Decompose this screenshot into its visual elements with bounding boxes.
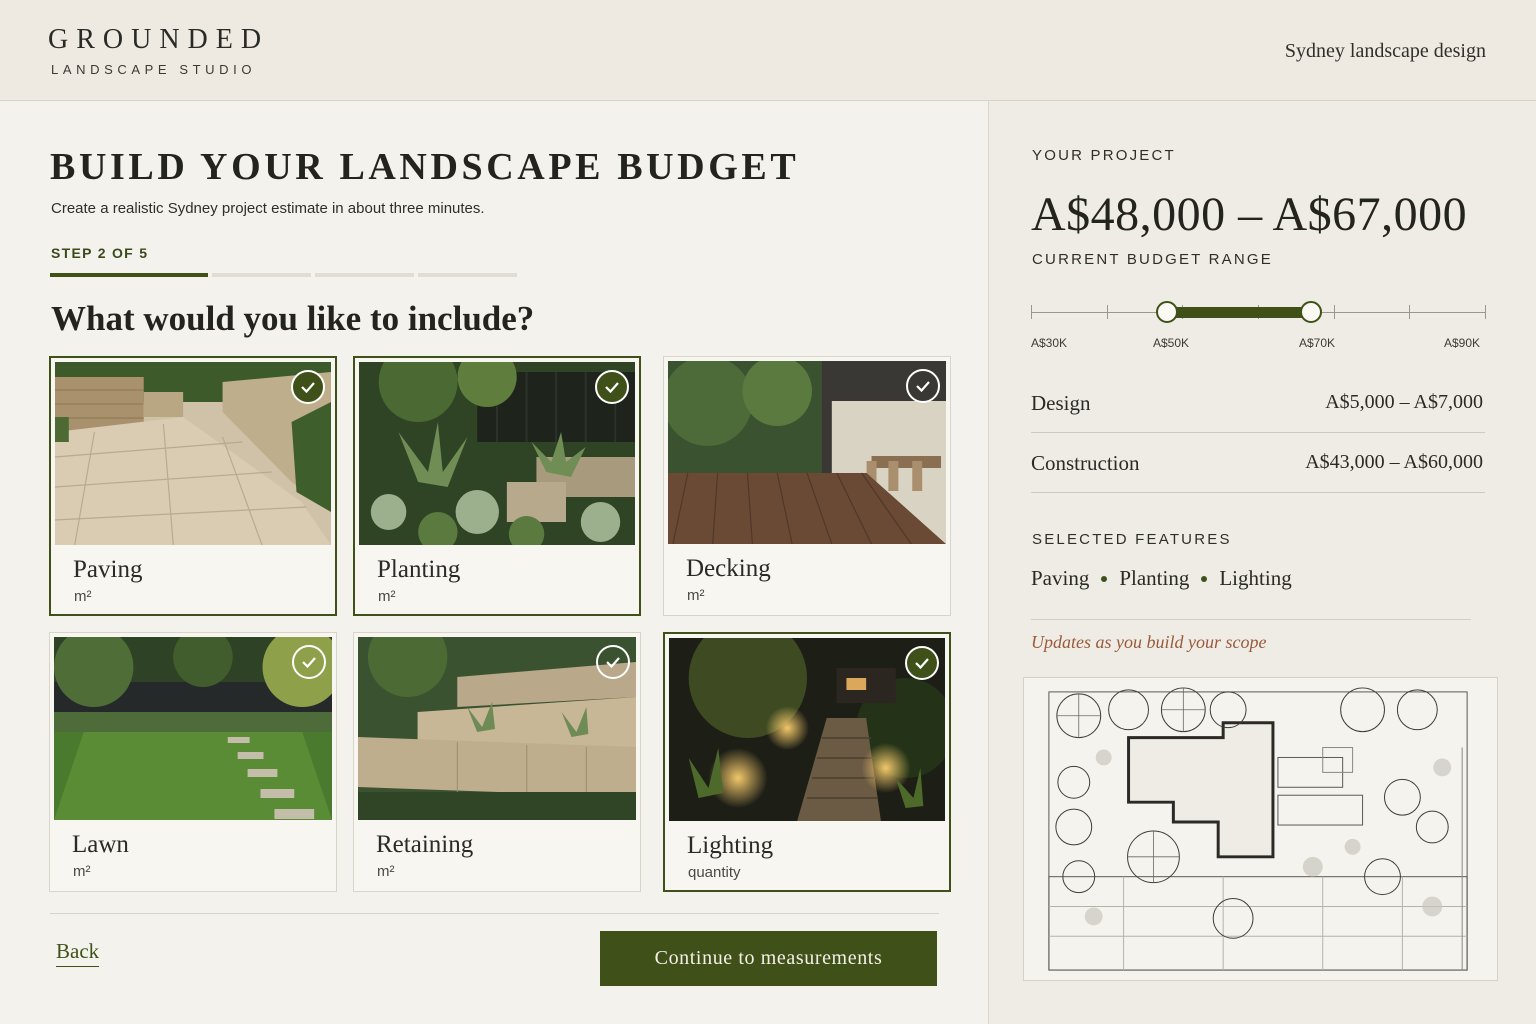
checkbox-icon[interactable] xyxy=(595,370,629,404)
option-unit: m² xyxy=(73,863,91,880)
breakdown-value: A$43,000 – A$60,000 xyxy=(1305,451,1483,473)
site-header: GROUNDED LANDSCAPE STUDIO Sydney landsca… xyxy=(0,0,1536,101)
continue-button[interactable]: Continue to measurements xyxy=(600,931,937,986)
option-unit: quantity xyxy=(688,864,741,881)
option-card-lighting[interactable]: Lighting quantity xyxy=(663,632,951,892)
retaining-photo xyxy=(358,637,636,820)
checkbox-icon[interactable] xyxy=(906,369,940,403)
option-card-retaining[interactable]: Retaining m² xyxy=(353,632,641,892)
footer-divider xyxy=(50,913,939,914)
brand-subtitle: LANDSCAPE STUDIO xyxy=(51,62,257,77)
step-indicator: STEP 2 OF 5 xyxy=(51,245,149,261)
selected-features-label: SELECTED FEATURES xyxy=(1032,531,1232,548)
bullet-icon xyxy=(1101,575,1108,582)
live-update-note: Updates as you build your scope xyxy=(1031,632,1267,652)
option-unit: m² xyxy=(74,588,92,605)
option-name: Retaining xyxy=(376,831,474,858)
slider-tick xyxy=(1333,305,1335,319)
selected-feature: Paving xyxy=(1031,566,1090,590)
back-link[interactable]: Back xyxy=(56,939,100,967)
lawn-photo xyxy=(54,637,332,820)
option-unit: m² xyxy=(687,587,705,604)
option-card-lawn[interactable]: Lawn m² xyxy=(49,632,337,892)
brand-name: GROUNDED xyxy=(48,24,270,55)
page-title: BUILD YOUR LANDSCAPE BUDGET xyxy=(50,146,800,188)
option-name: Lighting xyxy=(687,832,774,859)
slider-tick xyxy=(1106,305,1108,319)
slider-tick xyxy=(1409,305,1411,319)
breakdown-label: Construction xyxy=(1031,451,1140,475)
slider-tick xyxy=(1031,305,1032,319)
slider-high-handle[interactable] xyxy=(1299,301,1322,323)
option-card-decking[interactable]: Decking m² xyxy=(663,356,951,616)
option-name: Planting xyxy=(377,556,461,583)
step-progress-bar xyxy=(50,273,517,277)
bullet-icon xyxy=(1201,575,1208,582)
breakdown-row-design: Design A$5,000 – A$7,000 xyxy=(1031,373,1485,433)
sidebar-divider xyxy=(1031,619,1471,620)
budget-range-label: CURRENT BUDGET RANGE xyxy=(1032,251,1273,268)
header-tagline: Sydney landscape design xyxy=(1284,40,1486,62)
slider-tick-label: A$30K xyxy=(1031,336,1068,350)
lighting-photo xyxy=(669,638,945,821)
option-unit: m² xyxy=(378,588,396,605)
budget-range-slider[interactable] xyxy=(1031,297,1486,327)
option-unit: m² xyxy=(377,863,395,880)
selected-features-list: Paving Planting Lighting xyxy=(1031,566,1292,591)
slider-low-handle[interactable] xyxy=(1156,301,1179,323)
option-name: Decking xyxy=(686,555,771,582)
slider-tick-label: A$70K xyxy=(1299,336,1336,350)
page-subtitle: Create a realistic Sydney project estima… xyxy=(51,200,485,217)
planting-photo xyxy=(359,362,635,545)
breakdown-label: Design xyxy=(1031,391,1091,415)
project-label: YOUR PROJECT xyxy=(1032,147,1176,164)
slider-selected-range xyxy=(1167,307,1311,318)
section-question: What would you like to include? xyxy=(51,299,535,338)
slider-tick-label: A$90K xyxy=(1444,336,1481,350)
selected-feature: Lighting xyxy=(1219,566,1292,590)
budget-builder-panel: BUILD YOUR LANDSCAPE BUDGET Create a rea… xyxy=(0,101,988,1024)
progress-segment xyxy=(212,273,311,277)
slider-tick-labels: A$30K A$50K A$70K A$90K xyxy=(1031,336,1485,352)
brand-logo[interactable]: GROUNDED LANDSCAPE STUDIO xyxy=(48,24,269,77)
option-card-paving[interactable]: Paving m² xyxy=(49,356,337,616)
project-summary-sidebar: YOUR PROJECT A$48,000 – A$67,000 CURRENT… xyxy=(988,101,1536,1024)
progress-segment-complete xyxy=(50,273,208,277)
site-plan-sketch xyxy=(1023,677,1498,981)
paving-photo xyxy=(55,362,331,545)
checkbox-icon[interactable] xyxy=(292,645,326,679)
slider-tick-label: A$50K xyxy=(1153,336,1190,350)
progress-segment xyxy=(315,273,414,277)
selected-feature: Planting xyxy=(1119,566,1190,590)
option-card-planting[interactable]: Planting m² xyxy=(353,356,641,616)
slider-tick xyxy=(1485,305,1486,319)
checkbox-icon[interactable] xyxy=(905,646,939,680)
budget-range-value: A$48,000 – A$67,000 xyxy=(1031,188,1468,241)
option-name: Lawn xyxy=(72,831,129,858)
breakdown-value: A$5,000 – A$7,000 xyxy=(1325,391,1483,413)
decking-photo xyxy=(668,361,946,544)
option-name: Paving xyxy=(73,556,143,583)
breakdown-row-construction: Construction A$43,000 – A$60,000 xyxy=(1031,433,1485,493)
checkbox-icon[interactable] xyxy=(596,645,630,679)
progress-segment xyxy=(418,273,517,277)
checkbox-icon[interactable] xyxy=(291,370,325,404)
